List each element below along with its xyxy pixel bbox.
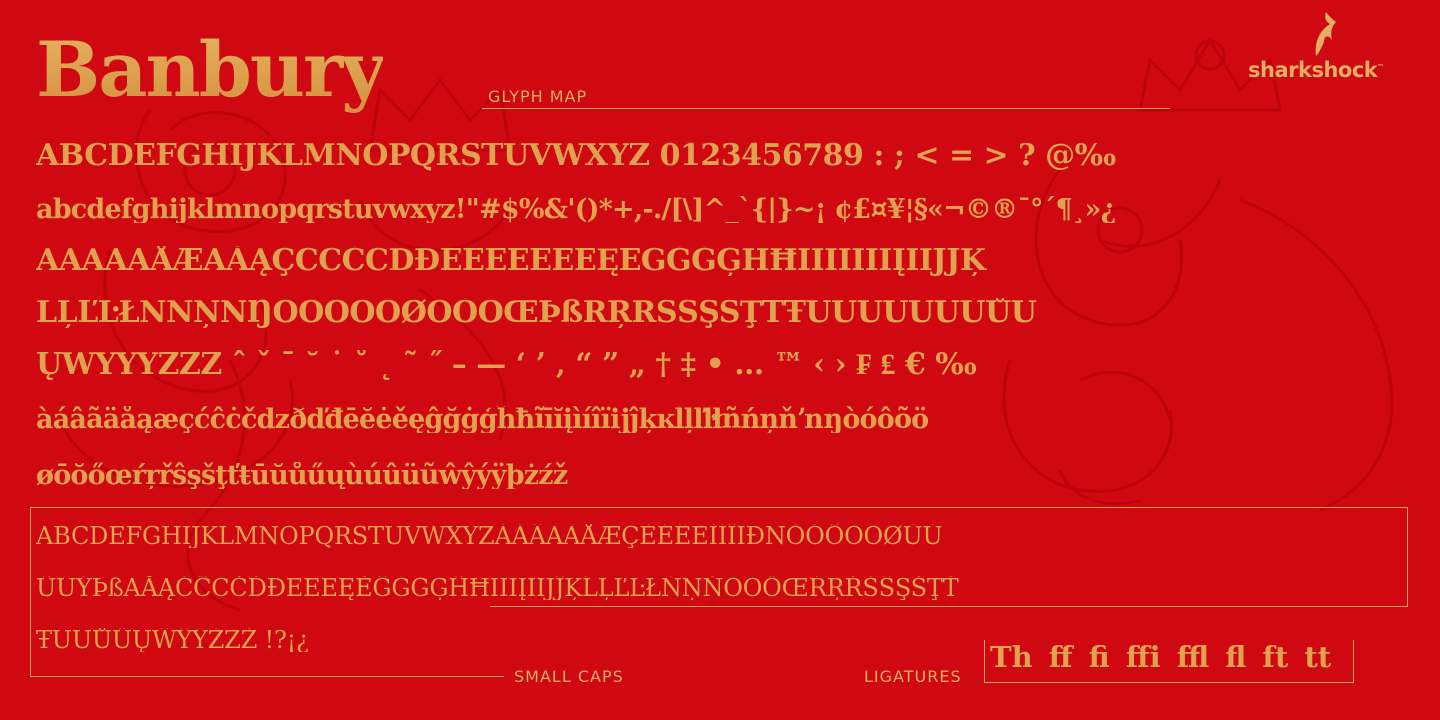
ligatures-row: Th ff fi ffi ffl fl ft tt [990,640,1332,674]
small-caps-row-2: ÛÜÝÞßĀĂĄĆĈĊČĎĐĒĔĖĘĚĜĞĠĢĤĦĨĪĬĮİIJĴĶĹĻĽĿŁŃ… [36,576,959,600]
ligatures-box-right [1353,640,1354,683]
small-caps-box-mid [490,606,1408,607]
glyph-row-lower-accented-2: øōŏőœŕŗřŝşšţťŧūŭůűųùúûüũŵŷýÿþżźž [36,462,568,489]
glyph-row-accented-2: ĹĻĽĿŁÑŃŅŇŊÒÓÔÕÖØŌŎŐŒÞßŔŖŘŚŜŞŠŢŤŦÙÚÛÜŨŪŬŮ… [36,298,1037,328]
small-caps-row-1: ABCDEFGHIJKLMNOPQRSTUVWXYZÀÁÂÃÄÅÆÇÈÉÊËÌÍ… [36,524,943,548]
ligatures-label: LIGATURES [864,667,962,686]
shark-logo-icon [1315,12,1336,56]
ligatures-box-bottom [984,682,1354,683]
brand-logo-text: sharkshock™ [1248,58,1384,82]
small-caps-box-top [30,507,1408,508]
small-caps-box-right [1407,507,1408,607]
font-title: Banbury [36,20,385,120]
glyph-row-uppercase: ABCDEFGHIJKLMNOPQRSTUVWXYZ 0123456789 : … [36,141,1116,171]
small-caps-row-3: ŦŪŬŮŰŲŴŶŸŹŻŽ !?¡¿ [36,628,309,652]
small-caps-box-left [30,507,31,677]
brand-logo-name: sharkshock [1248,58,1378,82]
small-caps-label: SMALL CAPS [514,667,624,686]
glyph-row-accented-1: ÀÁÂÃÄÅÆĀĂĄÇĆĈĊČĎĐÈÉÊËĒĔĖĘĚĜĞĠĢĤĦÌÍÎÏĨĪĬĮ… [36,246,986,276]
glyph-map-label: GLYPH MAP [488,87,588,106]
ligatures-box-left [984,640,985,683]
glyph-row-lower-accented-1: àáâãäåąæçćĉċčdzðďđēĕėěęĝğġģĥħĩīĭįìíîïĳĵķ… [36,406,929,433]
glyph-row-accented-3: ŲŴÝŶŸŹŻŽ ˆ ˇ ˉ ˘ ˙ ˚ ˛ ˜ ˝ – — ‘ ’ ‚ “ ”… [36,350,977,380]
glyph-map-rule [482,108,1170,109]
small-caps-box-bottom [30,676,504,677]
brand-logo-tm: ™ [1377,63,1384,71]
glyph-row-lowercase: abcdefghijklmnopqrstuvwxyz!"#$%&'()*+,-.… [36,196,1116,223]
